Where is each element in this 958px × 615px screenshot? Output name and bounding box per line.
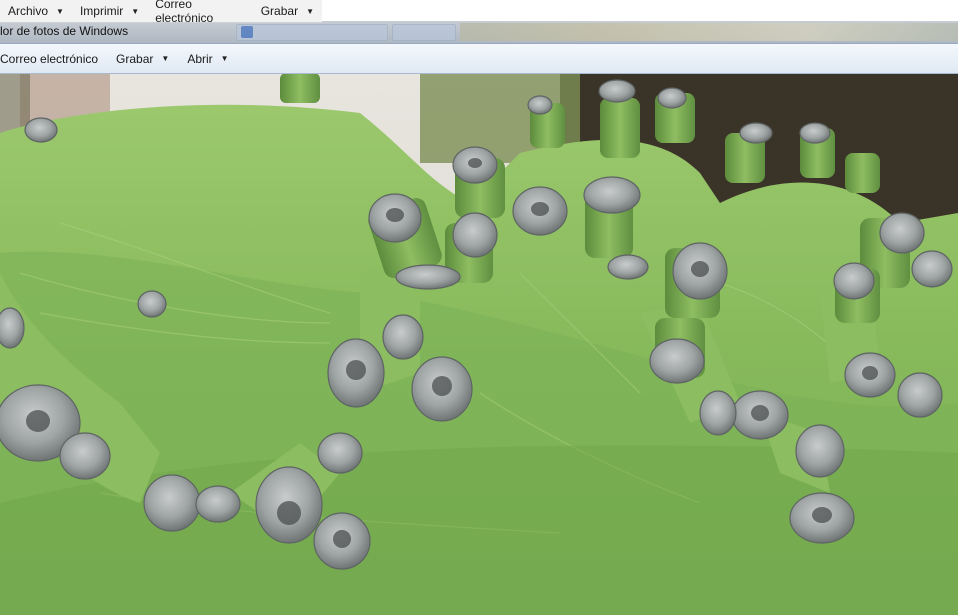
menu-correo[interactable]: Correo electrónico bbox=[147, 0, 253, 25]
chevron-down-icon: ▼ bbox=[131, 6, 140, 16]
menu-imprimir[interactable]: Imprimir ▼ bbox=[72, 0, 147, 22]
toolbar-correo-label: Correo electrónico bbox=[0, 51, 99, 66]
chevron-down-icon: ▼ bbox=[161, 54, 170, 63]
top-blank-area bbox=[322, 0, 958, 21]
toolbar-grabar-label: Grabar bbox=[116, 51, 154, 66]
viewer-toolbar: Correo electrónico Grabar ▼ Abrir ▼ bbox=[0, 43, 958, 74]
top-menu-bar: Archivo ▼ Imprimir ▼ Correo electrónico … bbox=[0, 0, 322, 25]
titlebar-background bbox=[460, 23, 958, 41]
menu-archivo-label: Archivo bbox=[8, 4, 49, 18]
menu-grabar[interactable]: Grabar ▼ bbox=[253, 0, 322, 22]
taskbar-tab-blurred[interactable] bbox=[392, 24, 456, 41]
toolbar-grabar-button[interactable]: Grabar ▼ bbox=[107, 44, 178, 73]
toolbar-correo-button[interactable]: Correo electrónico bbox=[0, 44, 107, 73]
chevron-down-icon: ▼ bbox=[56, 6, 64, 16]
photo-viewer[interactable] bbox=[0, 73, 958, 615]
taskbar-tab-blurred[interactable] bbox=[236, 24, 388, 41]
cactus-photo bbox=[0, 73, 958, 615]
window-title: lor de fotos de Windows bbox=[0, 24, 129, 38]
app-icon bbox=[241, 26, 253, 38]
menu-correo-label: Correo electrónico bbox=[155, 0, 214, 25]
menu-grabar-label: Grabar bbox=[260, 4, 299, 18]
chevron-down-icon: ▼ bbox=[306, 6, 314, 16]
toolbar-abrir-button[interactable]: Abrir ▼ bbox=[178, 44, 237, 73]
toolbar-abrir-label: Abrir bbox=[187, 51, 213, 66]
menu-archivo[interactable]: Archivo ▼ bbox=[0, 0, 72, 22]
window-titlebar: lor de fotos de Windows bbox=[0, 21, 958, 43]
chevron-down-icon: ▼ bbox=[220, 54, 229, 63]
menu-imprimir-label: Imprimir bbox=[79, 4, 124, 18]
